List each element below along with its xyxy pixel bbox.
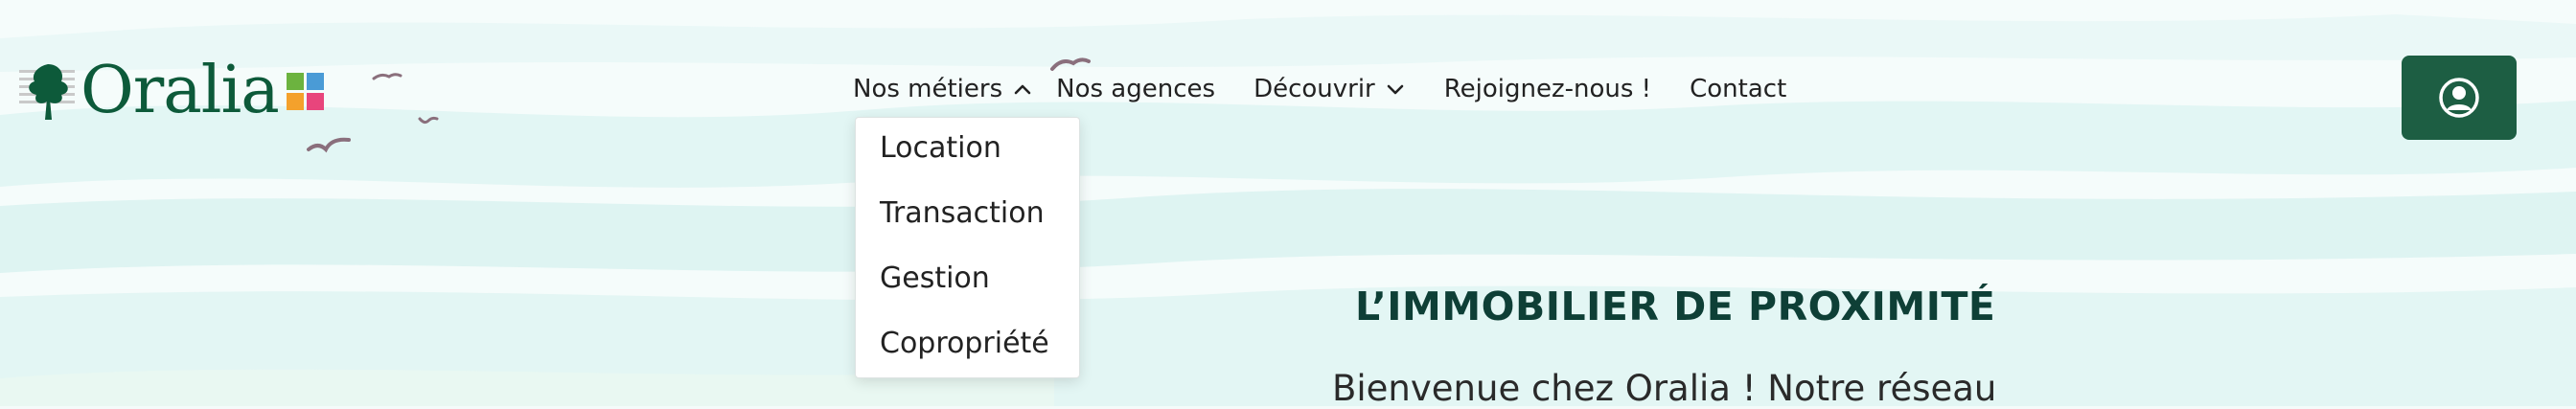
logo-square-orange: [286, 92, 304, 110]
oralia-logo[interactable]: Oralia: [19, 57, 324, 125]
nos-metiers-dropdown: Location Transaction Gestion Copropriété: [855, 117, 1080, 378]
dropdown-item-location[interactable]: Location: [880, 131, 1001, 165]
dropdown-item-copropriete[interactable]: Copropriété: [880, 327, 1049, 360]
logo-square-green: [286, 72, 304, 90]
logo-square-blue: [306, 72, 324, 90]
logo-squares: [286, 72, 324, 110]
nav-item-rejoignez-nous[interactable]: Rejoignez-nous !: [1444, 75, 1651, 103]
nav-item-label: Découvrir: [1254, 75, 1375, 103]
nav-item-nos-agences[interactable]: Nos agences: [1056, 75, 1215, 103]
nav-item-decouvrir[interactable]: Découvrir: [1254, 75, 1404, 103]
nav-item-label: Contact: [1690, 75, 1787, 103]
nav-item-label: Nos agences: [1056, 75, 1216, 103]
chevron-down-icon: [1387, 84, 1404, 95]
watercolor-background: [0, 0, 2576, 406]
account-button[interactable]: [2402, 56, 2517, 140]
main-nav: Nos métiers Nos agences Découvrir Rejoig…: [853, 75, 1786, 103]
hero-title: L’IMMOBILIER DE PROXIMITÉ: [1355, 284, 1996, 329]
tree-logo-icon: [19, 64, 75, 120]
nav-item-label: Nos métiers: [853, 75, 1003, 103]
logo-wordmark: Oralia: [80, 53, 280, 128]
chevron-up-icon: [1014, 84, 1031, 95]
nav-item-nos-metiers[interactable]: Nos métiers: [853, 75, 1031, 103]
user-circle-icon: [2439, 78, 2479, 118]
logo-square-pink: [306, 92, 324, 110]
dropdown-item-gestion[interactable]: Gestion: [880, 261, 990, 295]
dropdown-item-transaction[interactable]: Transaction: [880, 196, 1045, 230]
hero-intro-text: Bienvenue chez Oralia ! Notre réseau: [1332, 368, 1997, 409]
nav-item-label: Rejoignez-nous !: [1443, 75, 1652, 103]
nav-item-contact[interactable]: Contact: [1690, 75, 1786, 103]
